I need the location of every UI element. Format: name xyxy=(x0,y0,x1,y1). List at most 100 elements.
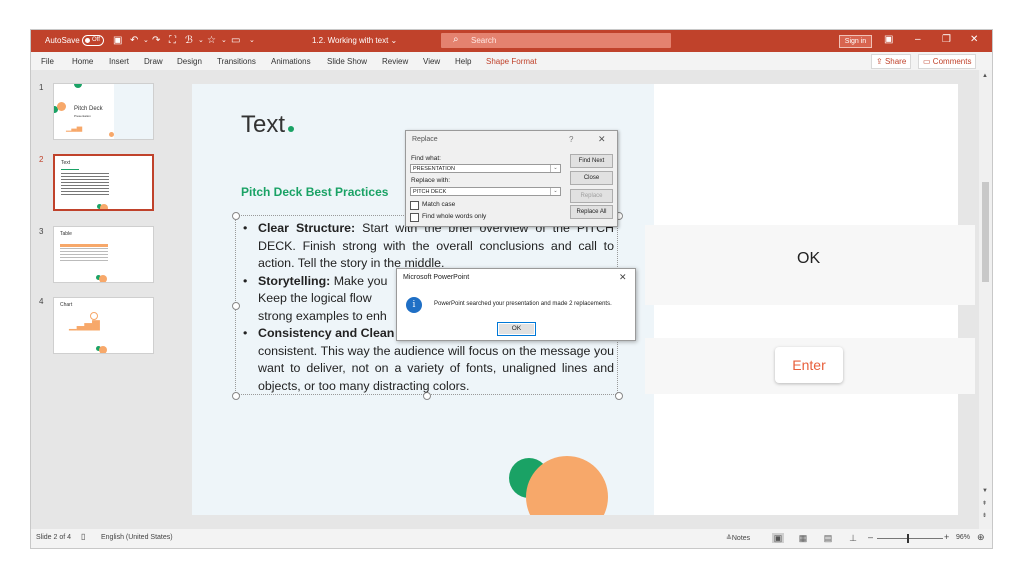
share-icon: ⇪ xyxy=(876,57,883,66)
powerpoint-window: AutoSave Off ▣ ↶ ⌄ ↷ ⛶ ℬ ⌄ ☆ ⌄ ▭ ⌄ 1.2. … xyxy=(30,29,993,549)
normal-view-icon[interactable]: ▣ xyxy=(772,533,784,543)
slide-title[interactable]: Text xyxy=(241,111,295,139)
slide-thumbnail-3[interactable]: Table xyxy=(53,226,154,283)
restore-icon[interactable]: ❐ xyxy=(942,34,951,45)
autosave-toggle[interactable]: Off xyxy=(82,35,104,46)
zoom-slider[interactable] xyxy=(877,538,943,539)
thumbnail-number: 4 xyxy=(39,297,44,306)
format-dropdown-icon[interactable]: ⌄ xyxy=(198,35,204,46)
tab-file[interactable]: File xyxy=(41,57,54,66)
replace-all-button[interactable]: Replace All xyxy=(570,205,613,219)
close-button[interactable]: Close xyxy=(570,171,613,185)
whole-words-checkbox[interactable] xyxy=(410,213,419,222)
chevron-down-icon[interactable]: ⌄ xyxy=(550,188,560,195)
slide-show-icon[interactable]: ⊥ xyxy=(847,533,859,543)
find-what-label: Find what: xyxy=(411,155,441,162)
shape-dropdown-icon[interactable]: ⌄ xyxy=(221,35,227,46)
resize-handle[interactable] xyxy=(232,392,240,400)
share-button[interactable]: ⇪ Share xyxy=(871,54,912,69)
shape-icon[interactable]: ☆ xyxy=(207,35,216,46)
thumbnail-number: 3 xyxy=(39,227,44,236)
slide-sorter-icon[interactable]: ▦ xyxy=(797,533,809,543)
slide-thumbnail-4[interactable]: Chart ▁▃▅▇ xyxy=(53,297,154,354)
accessibility-icon[interactable]: ▯ xyxy=(81,532,85,541)
undo-dropdown-icon[interactable]: ⌄ xyxy=(143,35,149,46)
tab-design[interactable]: Design xyxy=(177,57,202,66)
close-icon[interactable]: ✕ xyxy=(598,134,606,145)
zoom-in-icon[interactable]: + xyxy=(944,532,949,542)
enter-button[interactable]: Enter xyxy=(775,347,843,383)
vertical-scrollbar[interactable]: ▲ ▼ ⇞ ⇟ xyxy=(979,70,992,529)
whole-words-label: Find whole words only xyxy=(422,213,487,220)
search-icon: ⌕ xyxy=(453,34,459,45)
tab-transitions[interactable]: Transitions xyxy=(217,57,256,66)
fit-to-window-icon[interactable]: ⊕ xyxy=(977,532,985,543)
resize-handle[interactable] xyxy=(615,392,623,400)
tab-slide-show[interactable]: Slide Show xyxy=(327,57,367,66)
zoom-out-icon[interactable]: – xyxy=(868,532,873,542)
undo-icon[interactable]: ↶ xyxy=(130,35,138,46)
ok-button[interactable]: OK xyxy=(497,322,536,336)
find-next-button[interactable]: Find Next xyxy=(570,154,613,168)
sign-in-button[interactable]: Sign in xyxy=(839,35,872,48)
redo-icon[interactable]: ↷ xyxy=(152,35,160,46)
ribbon-tabs: File Home Insert Draw Design Transitions… xyxy=(31,52,992,70)
language-status[interactable]: English (United States) xyxy=(101,534,173,541)
slide-subtitle[interactable]: Pitch Deck Best Practices xyxy=(241,185,388,199)
tab-draw[interactable]: Draw xyxy=(144,57,163,66)
title-bar: AutoSave Off ▣ ↶ ⌄ ↷ ⛶ ℬ ⌄ ☆ ⌄ ▭ ⌄ 1.2. … xyxy=(31,30,992,52)
thumbnail-number: 2 xyxy=(39,155,44,164)
document-title[interactable]: 1.2. Working with text ⌄ xyxy=(312,36,397,45)
presentation-icon[interactable]: ▭ xyxy=(231,35,240,46)
next-slide-icon[interactable]: ⇟ xyxy=(982,512,987,519)
comment-icon: ▭ xyxy=(923,57,931,66)
chevron-down-icon[interactable]: ⌄ xyxy=(550,165,560,172)
ok-hint-label: OK xyxy=(797,250,821,267)
tab-home[interactable]: Home xyxy=(72,57,93,66)
resize-handle[interactable] xyxy=(232,302,240,310)
tab-insert[interactable]: Insert xyxy=(109,57,129,66)
slide-thumbnail-1[interactable]: Pitch Deck Presentation ▁▃▅ xyxy=(53,83,154,140)
bullet-item: Clear Structure: Start with the brief ov… xyxy=(243,220,614,273)
info-icon: i xyxy=(406,297,422,313)
slide-counter: Slide 2 of 4 xyxy=(36,534,72,541)
comments-button[interactable]: ▭ Comments xyxy=(918,54,977,69)
match-case-label: Match case xyxy=(422,201,456,208)
customize-toolbar-icon[interactable]: ⌄ xyxy=(249,35,255,46)
reading-view-icon[interactable]: ▤ xyxy=(822,533,834,543)
minimize-icon[interactable]: – xyxy=(915,34,921,45)
tab-shape-format[interactable]: Shape Format xyxy=(486,57,537,66)
zoom-slider-knob[interactable] xyxy=(907,534,909,543)
zoom-level[interactable]: 96% xyxy=(956,534,970,541)
start-from-beginning-icon[interactable]: ⛶ xyxy=(169,35,176,46)
slide-thumbnails-pane: 1 Pitch Deck Presentation ▁▃▅ 2 Text 3 T… xyxy=(31,70,168,529)
tab-animations[interactable]: Animations xyxy=(271,57,311,66)
thumbnail-number: 1 xyxy=(39,83,44,92)
replace-dialog: Replace ? ✕ Find what: PRESENTATION ⌄ Rep… xyxy=(405,130,618,227)
match-case-checkbox[interactable] xyxy=(410,201,419,210)
replace-with-input[interactable]: PITCH DECK ⌄ xyxy=(410,187,561,196)
status-bar: Slide 2 of 4 ▯ English (United States) ≙… xyxy=(31,529,992,548)
scroll-up-icon[interactable]: ▲ xyxy=(982,73,988,79)
tab-view[interactable]: View xyxy=(423,57,440,66)
search-input[interactable]: ⌕ Search xyxy=(441,33,671,48)
close-icon[interactable]: ✕ xyxy=(619,272,627,283)
tab-help[interactable]: Help xyxy=(455,57,471,66)
scrollbar-thumb[interactable] xyxy=(982,182,989,282)
close-icon[interactable]: ✕ xyxy=(970,34,978,45)
find-what-input[interactable]: PRESENTATION ⌄ xyxy=(410,164,561,173)
ribbon-display-options-icon[interactable]: ▣ xyxy=(884,34,893,45)
ok-hint-panel: OK xyxy=(645,225,975,305)
replace-button[interactable]: Replace xyxy=(570,189,613,203)
resize-handle[interactable] xyxy=(232,212,240,220)
previous-slide-icon[interactable]: ⇞ xyxy=(982,500,987,507)
dialog-title: Microsoft PowerPoint xyxy=(403,274,470,281)
slide-thumbnail-2-selected[interactable]: Text xyxy=(53,154,154,211)
tab-review[interactable]: Review xyxy=(382,57,408,66)
format-painter-icon[interactable]: ℬ xyxy=(185,35,193,46)
save-icon[interactable]: ▣ xyxy=(113,35,122,46)
notes-button[interactable]: ≙Notes xyxy=(726,534,750,542)
enter-hint-panel: Enter xyxy=(645,338,975,394)
scroll-down-icon[interactable]: ▼ xyxy=(982,488,988,494)
help-icon[interactable]: ? xyxy=(569,135,573,144)
